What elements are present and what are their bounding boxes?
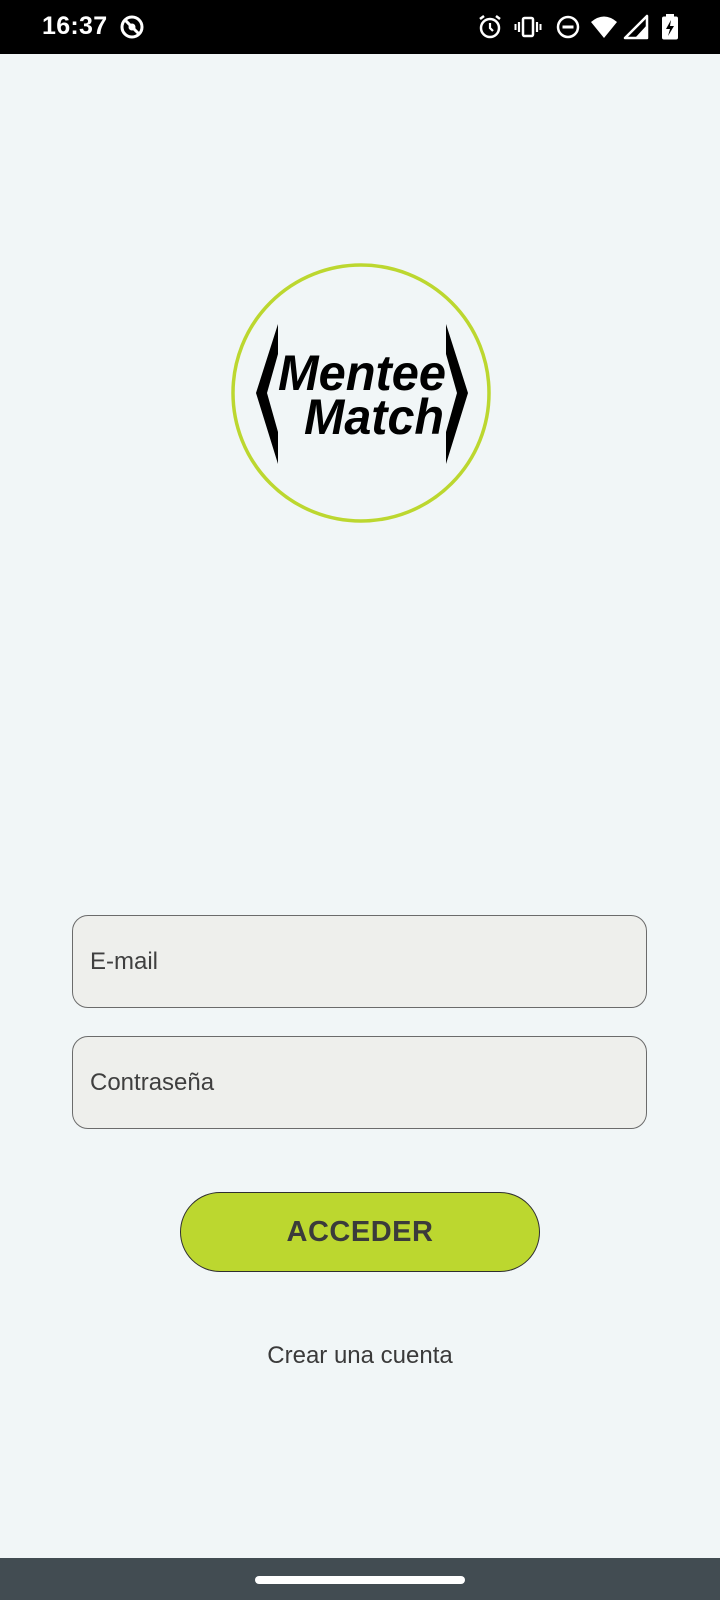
navigation-bar bbox=[0, 1558, 720, 1600]
status-time: 16:37 bbox=[42, 12, 108, 40]
email-field[interactable] bbox=[72, 915, 647, 1008]
password-field[interactable] bbox=[72, 1036, 647, 1129]
battery-charging-icon bbox=[656, 13, 684, 41]
logo-left-bracket-icon bbox=[256, 324, 278, 464]
data-saver-icon bbox=[118, 13, 146, 41]
create-account-link[interactable]: Crear una cuenta bbox=[0, 1342, 720, 1370]
vibrate-icon bbox=[514, 13, 542, 41]
logo-right-bracket-icon bbox=[446, 324, 468, 464]
password-input[interactable] bbox=[73, 1037, 646, 1128]
status-bar: 16:37 bbox=[0, 0, 720, 54]
alarm-icon bbox=[476, 13, 504, 41]
signal-icon bbox=[623, 13, 651, 41]
wifi-icon bbox=[590, 13, 618, 41]
mentee-match-logo: Mentee Match bbox=[230, 262, 492, 524]
do-not-disturb-icon bbox=[554, 13, 582, 41]
login-button[interactable]: ACCEDER bbox=[180, 1192, 540, 1272]
home-gesture-handle[interactable] bbox=[255, 1576, 465, 1584]
email-input[interactable] bbox=[73, 916, 646, 1007]
logo-word-match: Match bbox=[304, 389, 444, 445]
